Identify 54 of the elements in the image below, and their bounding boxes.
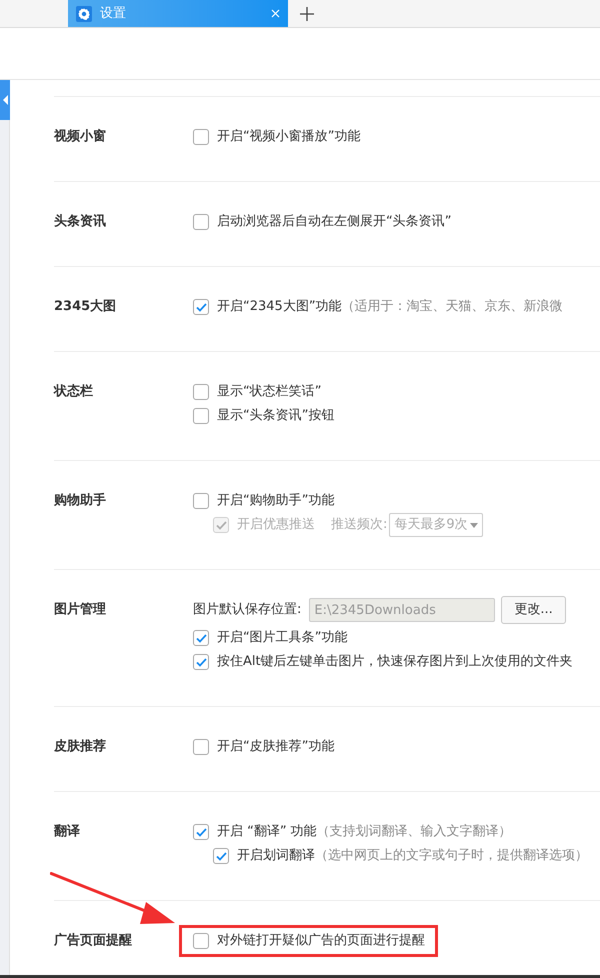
- change-button[interactable]: 更改...: [501, 596, 566, 624]
- checkbox[interactable]: [193, 933, 209, 949]
- option-label: 开启 “翻译” 功能: [217, 823, 317, 842]
- check-icon: [196, 828, 206, 836]
- check-icon: [216, 852, 226, 860]
- path-field[interactable]: E:\2345Downloads: [309, 598, 496, 622]
- option-label: 开启划词翻译: [237, 847, 315, 866]
- checkbox[interactable]: [193, 654, 209, 670]
- section-label: 皮肤推荐: [54, 738, 107, 756]
- path-label: 图片默认保存位置:: [193, 601, 302, 620]
- section-label: 翻译: [54, 823, 81, 842]
- section-label: 图片管理: [54, 601, 107, 620]
- option-hint: （选中网页上的文字或句子时，提供翻译选项）: [315, 847, 588, 866]
- check-icon: [216, 520, 226, 530]
- new-tab-icon[interactable]: [300, 6, 314, 20]
- section-label: 状态栏: [54, 383, 94, 402]
- checkbox[interactable]: [193, 299, 209, 315]
- option-hint: （支持划词翻译、输入文字翻译）: [316, 823, 512, 842]
- check-icon: [196, 302, 206, 312]
- option-label: 按住Alt键后左键单击图片，快速保存图片到上次使用的文件夹: [217, 653, 573, 672]
- section-label: 2345大图: [54, 298, 118, 316]
- option-label: 启动浏览器后自动在左侧展开“头条资讯”: [217, 213, 452, 232]
- collapse-tab-icon[interactable]: [0, 80, 10, 120]
- option-label: 显示“状态栏笑话”: [217, 383, 322, 402]
- checkbox[interactable]: [193, 493, 209, 509]
- tab-title: 设置: [100, 4, 127, 23]
- checkbox[interactable]: [193, 384, 209, 400]
- section-label: 视频小窗: [54, 128, 107, 146]
- option-label: 开启“皮肤推荐”功能: [217, 738, 334, 756]
- option-label: 显示“头条资讯”按钮: [217, 407, 334, 426]
- section-label: 广告页面提醒: [54, 932, 133, 950]
- check-icon: [196, 634, 206, 642]
- section-label: 头条资讯: [54, 213, 107, 232]
- checkbox[interactable]: [213, 848, 229, 864]
- section-label: 购物助手: [54, 492, 107, 510]
- browser-tab[interactable]: 设置: [68, 0, 288, 27]
- option-label: 开启“图片工具条”功能: [217, 629, 348, 648]
- checkbox[interactable]: [193, 408, 209, 424]
- frequency-label: 推送频次:: [331, 516, 388, 534]
- check-icon: [196, 658, 206, 666]
- option-label: 开启“购物助手”功能: [217, 492, 334, 510]
- close-icon[interactable]: [271, 9, 280, 18]
- option-hint: （适用于：淘宝、天猫、京东、新浪微: [342, 298, 563, 316]
- option-label: 开启“2345大图”功能: [217, 298, 342, 316]
- checkbox[interactable]: [193, 824, 209, 840]
- option-label: 对外链打开疑似广告的页面进行提醒: [217, 932, 425, 950]
- checkbox[interactable]: [193, 630, 209, 646]
- checkbox[interactable]: [193, 739, 209, 755]
- option-label: 开启优惠推送: [237, 516, 315, 534]
- checkbox[interactable]: [193, 129, 209, 145]
- checkbox[interactable]: [193, 214, 209, 230]
- option-label: 开启“视频小窗播放”功能: [217, 128, 360, 146]
- caret-icon: [470, 522, 478, 528]
- gear-icon: [76, 6, 92, 22]
